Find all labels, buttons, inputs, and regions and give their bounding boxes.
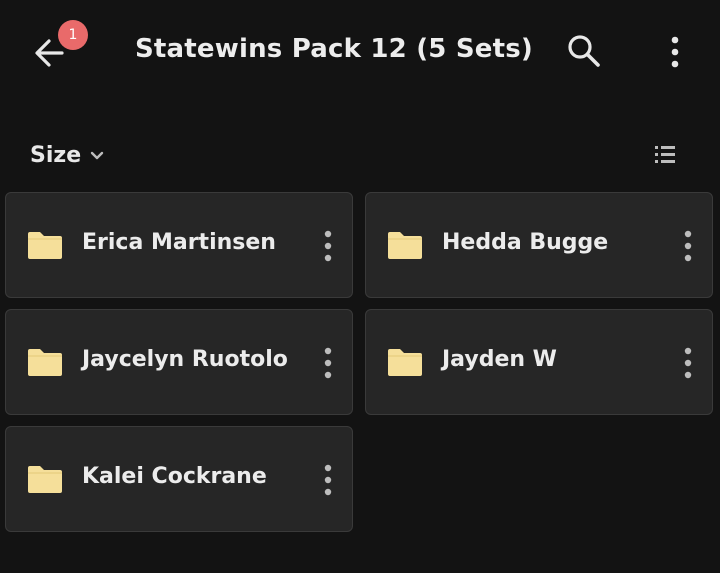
list-view-icon: [655, 146, 675, 163]
more-options-button[interactable]: [660, 30, 690, 74]
more-vertical-icon[interactable]: [678, 345, 698, 381]
more-vertical-icon[interactable]: [678, 228, 698, 264]
more-vertical-icon[interactable]: [318, 345, 338, 381]
folder-icon: [28, 466, 62, 493]
folder-icon: [28, 232, 62, 259]
sort-label: Size: [30, 142, 82, 168]
more-vertical-icon: [671, 36, 679, 68]
folder-card[interactable]: Jayden W: [365, 309, 713, 415]
folder-icon: [388, 232, 422, 259]
folder-name: Jaycelyn Ruotolo: [82, 347, 288, 372]
folder-card[interactable]: Erica Martinsen: [5, 192, 353, 298]
file-browser-screen: 1 Statewins Pack 12 (5 Sets) Size Erica …: [0, 0, 720, 573]
folder-card[interactable]: Hedda Bugge: [365, 192, 713, 298]
notification-badge: 1: [58, 20, 88, 50]
folder-card[interactable]: Kalei Cockrane: [5, 426, 353, 532]
folder-icon: [28, 349, 62, 376]
folder-name: Jayden W: [442, 347, 557, 372]
more-vertical-icon[interactable]: [318, 228, 338, 264]
folder-name: Kalei Cockrane: [82, 464, 267, 489]
search-button[interactable]: [563, 30, 605, 72]
folder-icon: [388, 349, 422, 376]
folder-card[interactable]: Jaycelyn Ruotolo: [5, 309, 353, 415]
sort-dropdown[interactable]: Size: [30, 140, 105, 170]
chevron-down-icon: [90, 151, 104, 160]
more-vertical-icon[interactable]: [318, 462, 338, 498]
search-icon: [568, 35, 600, 67]
top-app-bar: 1 Statewins Pack 12 (5 Sets): [0, 0, 720, 105]
folder-name: Erica Martinsen: [82, 230, 276, 255]
page-title: Statewins Pack 12 (5 Sets): [135, 34, 533, 64]
view-toggle-button[interactable]: [650, 140, 680, 170]
folder-name: Hedda Bugge: [442, 230, 609, 255]
